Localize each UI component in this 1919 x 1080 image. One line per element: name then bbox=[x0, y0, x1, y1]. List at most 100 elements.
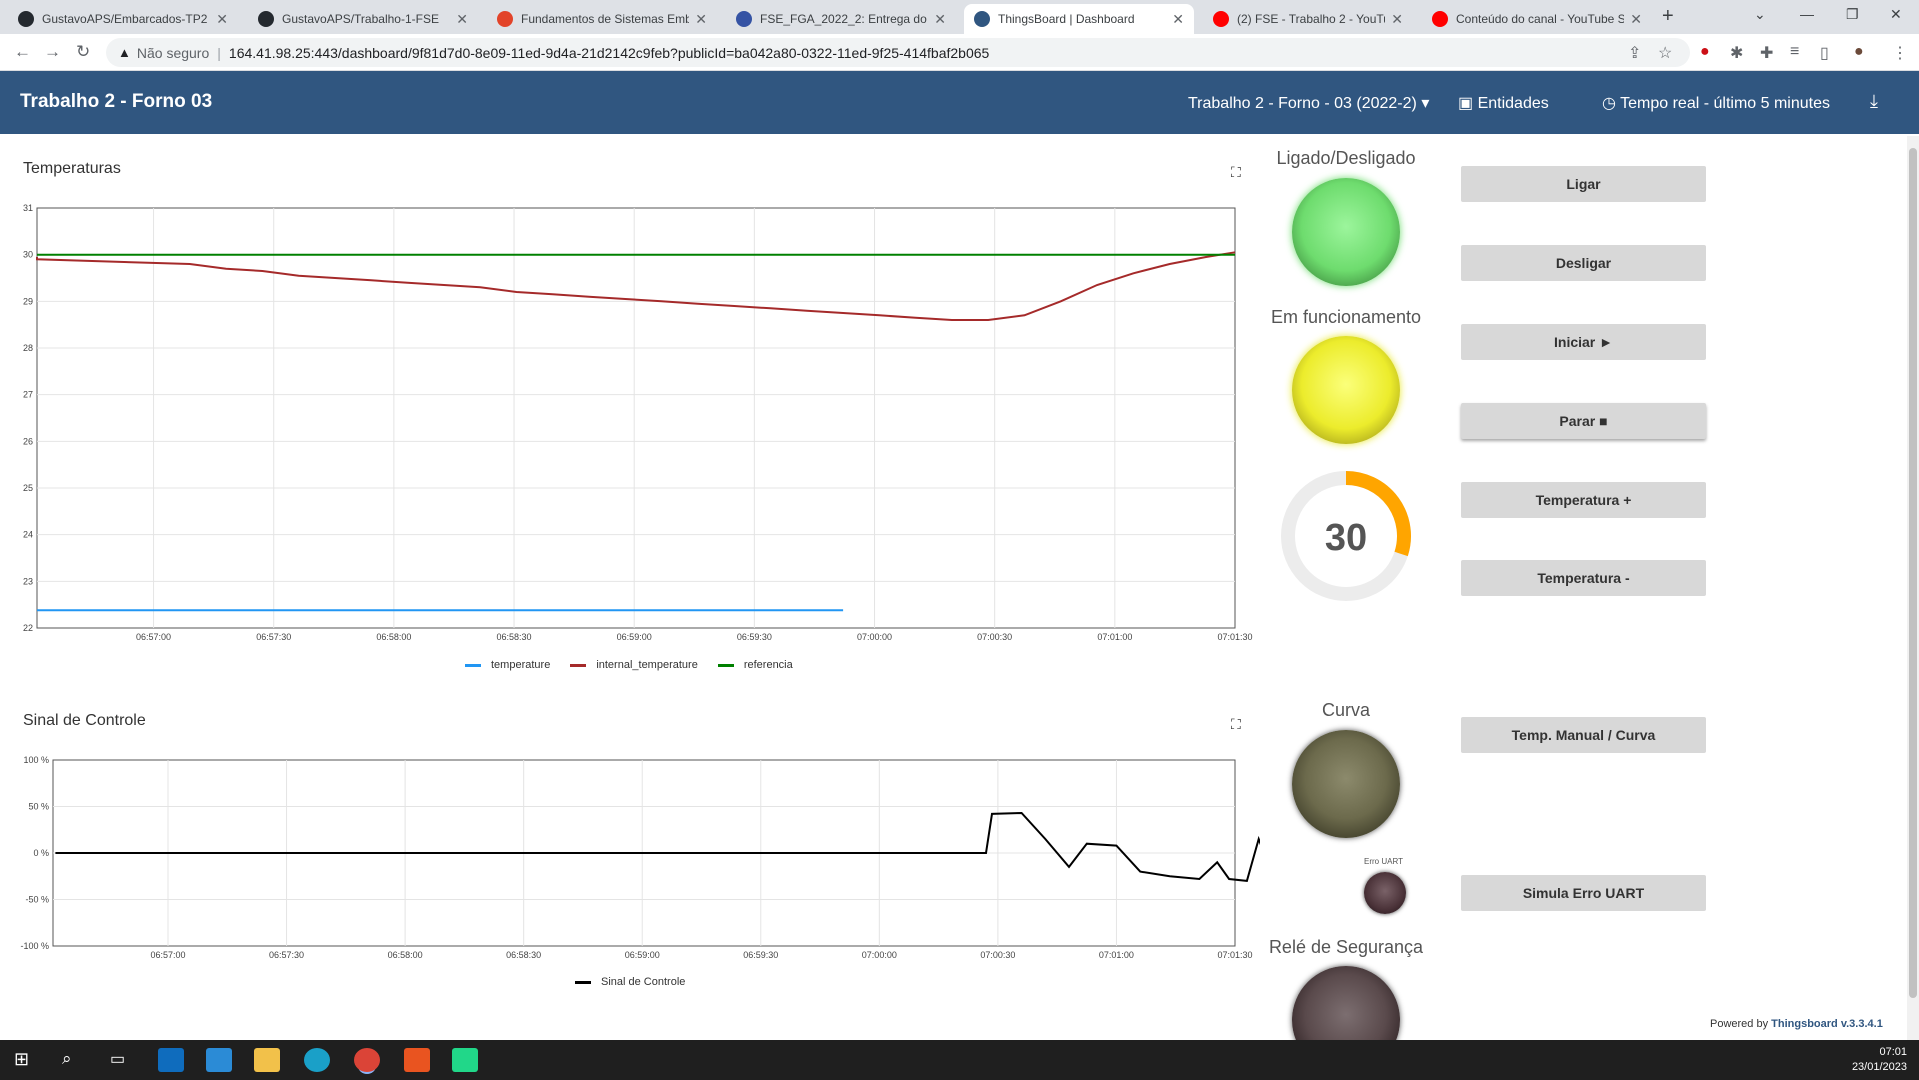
clock-time[interactable]: 07:01 bbox=[1852, 1045, 1907, 1060]
chrome-icon[interactable] bbox=[354, 1048, 380, 1072]
browser-tab[interactable]: Fundamentos de Sistemas Emba ✕ bbox=[487, 4, 717, 34]
browser-toolbar: ← → ↻ ▲ Não seguro | 164.41.98.25:443/da… bbox=[0, 34, 1919, 71]
temperature-down-button[interactable]: Temperatura - bbox=[1461, 560, 1706, 596]
legend-label[interactable]: Sinal de Controle bbox=[601, 976, 685, 988]
tab-title[interactable]: ThingsBoard | Dashboard bbox=[998, 12, 1166, 26]
entities-label[interactable]: Entidades bbox=[1478, 95, 1549, 112]
mail-icon[interactable] bbox=[158, 1048, 184, 1072]
legend-label[interactable]: temperature bbox=[491, 659, 550, 671]
close-icon[interactable]: ✕ bbox=[695, 11, 707, 28]
legend-item-temperature[interactable]: temperature bbox=[465, 659, 550, 671]
iniciar-button[interactable]: Iniciar ► bbox=[1461, 324, 1706, 360]
simulate-uart-error-button[interactable]: Simula Erro UART bbox=[1461, 875, 1706, 911]
reading-list-icon[interactable]: ≡ bbox=[1790, 43, 1799, 61]
security-label[interactable]: Não seguro bbox=[137, 45, 209, 61]
browser-tab[interactable]: Conteúdo do canal - YouTube St ✕ bbox=[1422, 4, 1652, 34]
clock-icon[interactable]: ◷ bbox=[1602, 95, 1616, 112]
y-tick-label: 25 bbox=[23, 483, 33, 493]
state-label[interactable]: Trabalho 2 - Forno - 03 (2022-2) bbox=[1188, 95, 1417, 112]
control-signal-chart: -100 % -50 % 0 % 50 % 100 % 06:57:00 06:57:30 0… bbox=[20, 755, 1260, 960]
dropdown-icon[interactable]: ▾ bbox=[1421, 95, 1429, 112]
task-view-icon[interactable]: ▭ bbox=[110, 1049, 125, 1069]
bookmark-star-icon[interactable]: ☆ bbox=[1658, 43, 1672, 63]
avatar[interactable]: ● bbox=[1854, 43, 1864, 61]
url-text[interactable]: 164.41.98.25:443/dashboard/9f81d7d0-8e09… bbox=[229, 45, 989, 61]
download-icon[interactable]: ⤓ bbox=[1870, 91, 1878, 112]
back-icon[interactable]: ← bbox=[14, 42, 31, 62]
close-icon[interactable]: ✕ bbox=[1630, 11, 1642, 28]
timewindow-button[interactable]: ◷ Tempo real - último 5 minutes bbox=[1602, 93, 1830, 113]
side-panel-icon[interactable]: ▯ bbox=[1820, 43, 1829, 63]
search-icon[interactable]: ⌕ bbox=[62, 1049, 72, 1069]
ubuntu-icon[interactable] bbox=[404, 1048, 430, 1072]
tab-title[interactable]: GustavoAPS/Embarcados-TP2 bbox=[42, 12, 210, 26]
x-tick-label: 06:58:00 bbox=[388, 950, 423, 960]
github-icon bbox=[18, 11, 34, 27]
opera-icon[interactable]: ● bbox=[1700, 43, 1710, 61]
legend-label[interactable]: internal_temperature bbox=[596, 659, 698, 671]
new-tab-icon[interactable]: + bbox=[1662, 5, 1674, 28]
edge-icon[interactable] bbox=[304, 1048, 330, 1072]
running-title: Em funcionamento bbox=[1270, 307, 1422, 327]
close-icon[interactable]: ✕ bbox=[216, 11, 228, 28]
parar-button[interactable]: Parar ■ bbox=[1461, 403, 1706, 439]
close-icon[interactable]: ✕ bbox=[456, 11, 468, 28]
windows-start-icon[interactable]: ⊞ bbox=[14, 1049, 29, 1070]
close-icon[interactable]: ✕ bbox=[934, 11, 946, 28]
close-icon[interactable]: ✕ bbox=[1391, 11, 1403, 28]
curve-title: Curva bbox=[1321, 700, 1370, 720]
close-window-icon[interactable]: ✕ bbox=[1890, 6, 1902, 23]
scrollbar-thumb[interactable] bbox=[1909, 148, 1917, 998]
tab-title[interactable]: Conteúdo do canal - YouTube St bbox=[1456, 12, 1624, 26]
browser-tab[interactable]: FSE_FGA_2022_2: Entrega do Tra ✕ bbox=[726, 4, 956, 34]
scrollbar[interactable] bbox=[1907, 136, 1919, 1040]
timewindow-label[interactable]: Tempo real - último 5 minutes bbox=[1620, 95, 1830, 112]
moodle-icon bbox=[736, 11, 752, 27]
warning-icon[interactable]: ▲ bbox=[118, 45, 131, 60]
tab-title[interactable]: FSE_FGA_2022_2: Entrega do Tra bbox=[760, 12, 928, 26]
legend-item-referencia[interactable]: referencia bbox=[717, 659, 793, 671]
temperatures-legend: temperature internal_temperature referen… bbox=[455, 659, 803, 671]
browser-tab[interactable]: GustavoAPS/Embarcados-TP2 ✕ bbox=[8, 4, 238, 34]
x-tick-label: 07:01:00 bbox=[1097, 632, 1132, 642]
thingsboard-link[interactable]: Thingsboard v.3.3.4.1 bbox=[1771, 1018, 1883, 1030]
ligar-button[interactable]: Ligar bbox=[1461, 166, 1706, 202]
state-selector[interactable]: Trabalho 2 - Forno - 03 (2022-2) ▾ bbox=[1188, 93, 1429, 113]
fullscreen-icon[interactable]: ⛶ bbox=[1231, 164, 1241, 181]
close-icon[interactable]: ✕ bbox=[1172, 11, 1184, 28]
y-tick-label: 26 bbox=[23, 436, 33, 446]
minimize-icon[interactable]: — bbox=[1800, 6, 1814, 22]
entities-button[interactable]: ▣ Entidades bbox=[1458, 93, 1549, 113]
browser-tab[interactable]: ThingsBoard | Dashboard ✕ bbox=[964, 4, 1194, 34]
browser-tab[interactable]: GustavoAPS/Trabalho-1-FSE ✕ bbox=[248, 4, 478, 34]
clock-date[interactable]: 23/01/2023 bbox=[1852, 1060, 1907, 1075]
puzzle-icon[interactable]: ✚ bbox=[1760, 43, 1773, 63]
tab-title[interactable]: (2) FSE - Trabalho 2 - YouTube bbox=[1237, 12, 1385, 26]
address-bar[interactable]: ▲ Não seguro | 164.41.98.25:443/dashboar… bbox=[106, 38, 1690, 67]
tab-title[interactable]: GustavoAPS/Trabalho-1-FSE bbox=[282, 12, 450, 26]
reload-icon[interactable]: ↻ bbox=[76, 42, 90, 62]
browser-tab[interactable]: (2) FSE - Trabalho 2 - YouTube ✕ bbox=[1203, 4, 1413, 34]
entities-icon[interactable]: ▣ bbox=[1458, 95, 1473, 112]
manual-curve-button[interactable]: Temp. Manual / Curva bbox=[1461, 717, 1706, 753]
legend-label[interactable]: referencia bbox=[744, 659, 793, 671]
forward-icon[interactable]: → bbox=[44, 42, 61, 62]
legend-item-control-signal[interactable]: Sinal de Controle bbox=[575, 976, 685, 988]
tab-search-icon[interactable]: ⌄ bbox=[1754, 6, 1766, 23]
menu-icon[interactable]: ⋮ bbox=[1892, 43, 1908, 63]
y-tick-label: 23 bbox=[23, 576, 33, 586]
legend-item-internal-temperature[interactable]: internal_temperature bbox=[570, 659, 698, 671]
desligar-button[interactable]: Desligar bbox=[1461, 245, 1706, 281]
restore-icon[interactable]: ❐ bbox=[1846, 6, 1859, 23]
share-icon[interactable]: ⇪ bbox=[1628, 43, 1641, 63]
pycharm-icon[interactable] bbox=[452, 1048, 478, 1072]
fullscreen-icon[interactable]: ⛶ bbox=[1231, 716, 1241, 733]
tab-title[interactable]: Fundamentos de Sistemas Emba bbox=[521, 12, 689, 26]
file-explorer-icon[interactable] bbox=[254, 1048, 280, 1072]
footer-prefix: Powered by bbox=[1710, 1018, 1769, 1030]
system-clock[interactable]: 07:01 23/01/2023 bbox=[1852, 1045, 1907, 1075]
temperature-up-button[interactable]: Temperatura + bbox=[1461, 482, 1706, 518]
x-tick-label: 07:01:30 bbox=[1217, 950, 1252, 960]
extension-icon[interactable]: ✱ bbox=[1730, 43, 1743, 63]
store-icon[interactable] bbox=[206, 1048, 232, 1072]
